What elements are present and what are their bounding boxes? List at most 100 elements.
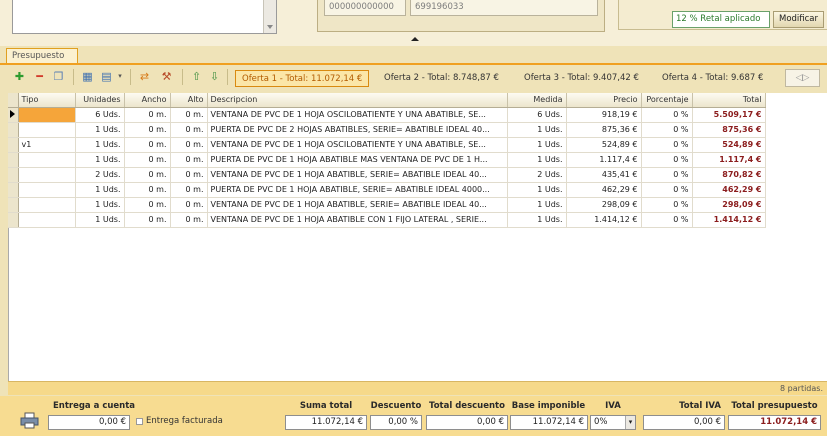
cell-alto[interactable]: 0 m.: [170, 182, 208, 198]
table-row[interactable]: 1 Uds. 0 m. 0 m. PUERTA DE PVC DE 2 HOJA…: [8, 122, 766, 138]
arrow-down-icon[interactable]: ⇩: [208, 70, 221, 83]
oferta-tab-3[interactable]: Oferta 3 - Total: 9.407,42 €: [518, 70, 645, 87]
cell-precio[interactable]: 462,29 €: [566, 182, 642, 198]
cell-tipo[interactable]: v1: [18, 137, 76, 153]
oferta-tab-4[interactable]: Oferta 4 - Total: 9.687 €: [656, 70, 769, 87]
col-unidades[interactable]: Unidades: [75, 93, 125, 108]
cell-precio[interactable]: 524,89 €: [566, 137, 642, 153]
collapse-up-icon[interactable]: [411, 37, 419, 41]
cell-tipo[interactable]: [18, 182, 76, 198]
cell-unidades[interactable]: 1 Uds.: [75, 122, 125, 138]
table-row[interactable]: 2 Uds. 0 m. 0 m. VENTANA DE PVC DE 1 HOJ…: [8, 167, 766, 183]
col-tipo[interactable]: Tipo: [18, 93, 76, 108]
transfer-icon[interactable]: ⇄: [138, 70, 151, 83]
cell-alto[interactable]: 0 m.: [170, 197, 208, 213]
cell-medida[interactable]: 1 Uds.: [507, 197, 567, 213]
cell-tipo[interactable]: [18, 197, 76, 213]
col-descripcion[interactable]: Descripcion: [207, 93, 508, 108]
cell-alto[interactable]: 0 m.: [170, 122, 208, 138]
cell-medida[interactable]: 1 Uds.: [507, 182, 567, 198]
notes-scrollbar[interactable]: [263, 0, 276, 33]
oferta-nav-buttons[interactable]: ◁▷: [785, 69, 820, 87]
cell-descripcion[interactable]: VENTANA DE PVC DE 1 HOJA ABATIBLE, SERIE…: [207, 167, 508, 183]
row-selector[interactable]: [8, 107, 19, 123]
calculator-icon[interactable]: ▦: [81, 70, 94, 83]
table-row[interactable]: 1 Uds. 0 m. 0 m. VENTANA DE PVC DE 1 HOJ…: [8, 212, 766, 228]
cell-unidades[interactable]: 6 Uds.: [75, 107, 125, 123]
cell-alto[interactable]: 0 m.: [170, 212, 208, 228]
cell-tipo[interactable]: [18, 152, 76, 168]
table-row[interactable]: 6 Uds. 0 m. 0 m. VENTANA DE PVC DE 1 HOJ…: [8, 107, 766, 123]
cell-porcentaje[interactable]: 0 %: [641, 122, 693, 138]
cell-precio[interactable]: 1.414,12 €: [566, 212, 642, 228]
cell-ancho[interactable]: 0 m.: [124, 212, 171, 228]
scroll-down-icon[interactable]: [267, 25, 273, 29]
cell-medida[interactable]: 1 Uds.: [507, 152, 567, 168]
cell-tipo[interactable]: [18, 122, 76, 138]
cell-descripcion[interactable]: VENTANA DE PVC DE 1 HOJA OSCILOBATIENTE …: [207, 107, 508, 123]
table-row[interactable]: 1 Uds. 0 m. 0 m. VENTANA DE PVC DE 1 HOJ…: [8, 197, 766, 213]
cell-descripcion[interactable]: VENTANA DE PVC DE 1 HOJA ABATIBLE, SERIE…: [207, 197, 508, 213]
cell-tipo[interactable]: [18, 107, 76, 123]
cell-tipo[interactable]: [18, 167, 76, 183]
cell-ancho[interactable]: 0 m.: [124, 197, 171, 213]
row-selector[interactable]: [8, 212, 19, 228]
add-icon[interactable]: ✚: [13, 70, 26, 83]
cell-medida[interactable]: 1 Uds.: [507, 122, 567, 138]
cell-porcentaje[interactable]: 0 %: [641, 152, 693, 168]
cell-alto[interactable]: 0 m.: [170, 107, 208, 123]
cell-total[interactable]: 870,82 €: [692, 167, 766, 183]
cell-descripcion[interactable]: VENTANA DE PVC DE 1 HOJA OSCILOBATIENTE …: [207, 137, 508, 153]
cell-medida[interactable]: 2 Uds.: [507, 167, 567, 183]
row-selector[interactable]: [8, 122, 19, 138]
table-row[interactable]: 1 Uds. 0 m. 0 m. PUERTA DE PVC DE 1 HOJA…: [8, 152, 766, 168]
cell-medida[interactable]: 6 Uds.: [507, 107, 567, 123]
cell-unidades[interactable]: 1 Uds.: [75, 182, 125, 198]
entrega-facturada-checkbox[interactable]: [136, 418, 143, 425]
tools-icon[interactable]: ⚒: [160, 70, 173, 83]
chevron-down-icon[interactable]: ▾: [116, 70, 124, 83]
cell-unidades[interactable]: 1 Uds.: [75, 197, 125, 213]
remove-icon[interactable]: ━: [33, 70, 46, 83]
cell-unidades[interactable]: 2 Uds.: [75, 167, 125, 183]
list-dropdown-icon[interactable]: ▤: [100, 70, 113, 83]
cell-ancho[interactable]: 0 m.: [124, 182, 171, 198]
tab-presupuesto[interactable]: Presupuesto: [6, 48, 78, 64]
cell-total[interactable]: 1.414,12 €: [692, 212, 766, 228]
cell-porcentaje[interactable]: 0 %: [641, 212, 693, 228]
cell-alto[interactable]: 0 m.: [170, 152, 208, 168]
cell-descripcion[interactable]: PUERTA DE PVC DE 1 HOJA ABATIBLE MAS VEN…: [207, 152, 508, 168]
cell-precio[interactable]: 875,36 €: [566, 122, 642, 138]
cell-medida[interactable]: 1 Uds.: [507, 137, 567, 153]
col-total[interactable]: Total: [692, 93, 766, 108]
modificar-button[interactable]: Modificar: [773, 11, 824, 28]
row-selector[interactable]: [8, 137, 19, 153]
cell-total[interactable]: 875,36 €: [692, 122, 766, 138]
cell-descripcion[interactable]: PUERTA DE PVC DE 2 HOJAS ABATIBLES, SERI…: [207, 122, 508, 138]
row-selector[interactable]: [8, 182, 19, 198]
cell-unidades[interactable]: 1 Uds.: [75, 137, 125, 153]
cell-descripcion[interactable]: PUERTA DE PVC DE 1 HOJA ABATIBLE, SERIE=…: [207, 182, 508, 198]
cell-porcentaje[interactable]: 0 %: [641, 182, 693, 198]
oferta-tab-2[interactable]: Oferta 2 - Total: 8.748,87 €: [378, 70, 505, 87]
cell-precio[interactable]: 298,09 €: [566, 197, 642, 213]
cell-tipo[interactable]: [18, 212, 76, 228]
nav-left-icon[interactable]: ◁: [796, 73, 803, 83]
copy-icon[interactable]: ❐: [52, 70, 65, 83]
descuento-field[interactable]: 0,00 %: [370, 415, 422, 430]
row-selector[interactable]: [8, 167, 19, 183]
cell-ancho[interactable]: 0 m.: [124, 122, 171, 138]
col-alto[interactable]: Alto: [170, 93, 208, 108]
table-row[interactable]: v1 1 Uds. 0 m. 0 m. VENTANA DE PVC DE 1 …: [8, 137, 766, 153]
cell-total[interactable]: 524,89 €: [692, 137, 766, 153]
oferta-tab-1[interactable]: Oferta 1 - Total: 11.072,14 €: [235, 70, 370, 87]
col-medida[interactable]: Medida: [507, 93, 567, 108]
entrega-field[interactable]: 0,00 €: [48, 415, 130, 430]
cell-total[interactable]: 1.117,4 €: [692, 152, 766, 168]
cell-alto[interactable]: 0 m.: [170, 137, 208, 153]
cell-ancho[interactable]: 0 m.: [124, 167, 171, 183]
arrow-up-icon[interactable]: ⇧: [190, 70, 203, 83]
cell-total[interactable]: 462,29 €: [692, 182, 766, 198]
cell-total[interactable]: 298,09 €: [692, 197, 766, 213]
table-row[interactable]: 1 Uds. 0 m. 0 m. PUERTA DE PVC DE 1 HOJA…: [8, 182, 766, 198]
